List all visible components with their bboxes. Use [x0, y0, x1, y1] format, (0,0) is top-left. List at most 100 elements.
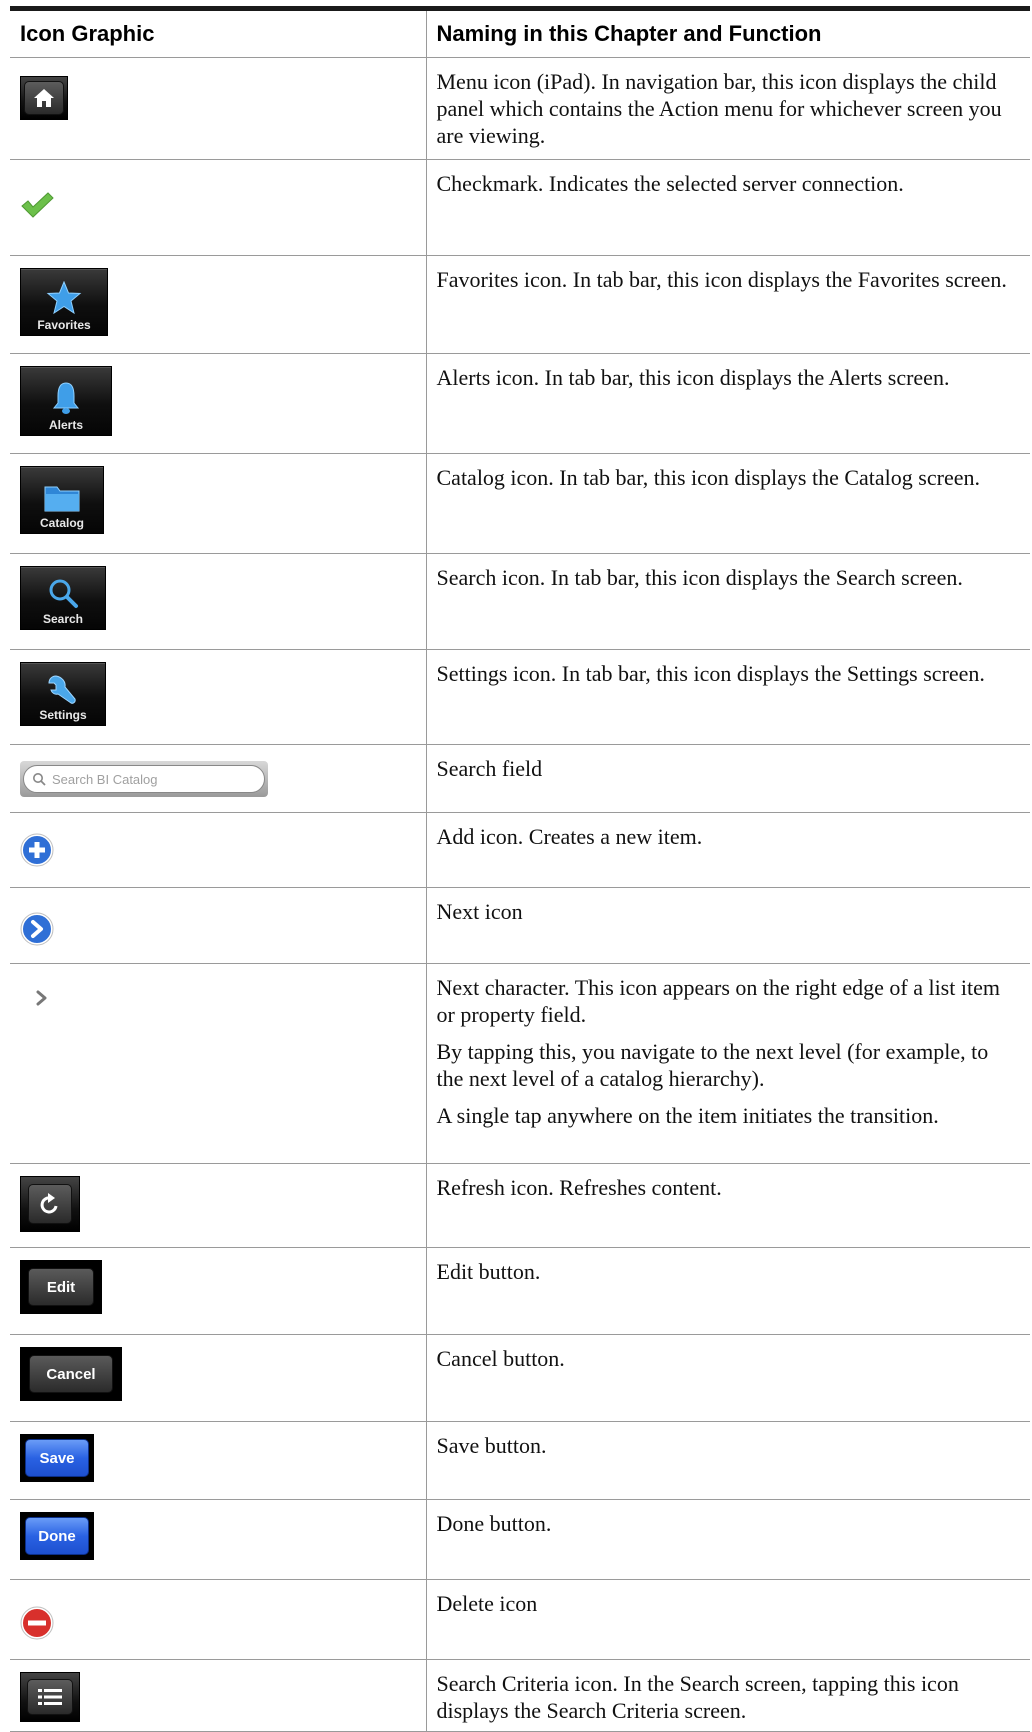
column-header-icon-graphic: Icon Graphic [10, 8, 426, 58]
icon-cell: Save [10, 1421, 426, 1500]
description-cell: Done button. [425, 1499, 1030, 1580]
refresh-icon [40, 1193, 58, 1214]
table-row: Next icon [10, 887, 1030, 964]
table-row: Edit Edit button. [10, 1247, 1030, 1335]
description-cell: Add icon. Creates a new item. [425, 812, 1030, 888]
description-cell: Delete icon [425, 1579, 1030, 1660]
cancel-button[interactable]: Cancel [20, 1347, 122, 1401]
table-row: Settings Settings icon. In tab bar, this… [10, 649, 1030, 745]
table-row: Search Criteria icon. In the Search scre… [10, 1659, 1030, 1732]
description-cell: Search field [425, 744, 1030, 813]
description-cell: Next icon [425, 887, 1030, 964]
icon-cell [10, 963, 426, 1164]
icon-cell [10, 57, 426, 160]
refresh-button[interactable] [20, 1176, 80, 1232]
description-cell: Favorites icon. In tab bar, this icon di… [425, 255, 1030, 354]
description-text: Refresh icon. Refreshes content. [436, 1175, 722, 1200]
search-icon [33, 773, 46, 786]
add-icon[interactable] [20, 833, 54, 867]
edit-button[interactable]: Edit [20, 1260, 102, 1314]
description-cell: Menu icon (iPad). In navigation bar, thi… [425, 57, 1030, 160]
icon-cell: Search [10, 553, 426, 650]
icon-reference-document: Icon Graphic Naming in this Chapter and … [10, 6, 1030, 1732]
table-row: Search Search icon. In tab bar, this ico… [10, 553, 1030, 650]
search-field[interactable]: Search BI Catalog [20, 761, 268, 797]
description-text: Menu icon (iPad). In navigation bar, thi… [436, 69, 1002, 148]
table-row: Favorites Favorites icon. In tab bar, th… [10, 255, 1030, 354]
icon-cell: Search BI Catalog [10, 744, 426, 813]
menu-button[interactable] [20, 76, 68, 120]
description-text: A single tap anywhere on the item initia… [436, 1103, 939, 1128]
description-cell: Cancel button. [425, 1334, 1030, 1422]
cancel-button-label: Cancel [29, 1355, 113, 1393]
wrench-icon [48, 675, 76, 704]
search-input[interactable]: Search BI Catalog [23, 765, 265, 793]
description-cell: Search Criteria icon. In the Search scre… [425, 1659, 1030, 1732]
table-row: Done Done button. [10, 1499, 1030, 1580]
description-text: Search field [436, 756, 543, 781]
description-text: Add icon. Creates a new item. [436, 824, 703, 849]
icon-cell [10, 1659, 426, 1732]
home-icon [34, 89, 54, 107]
description-text: Next character. This icon appears on the… [436, 975, 1000, 1027]
icon-cell [10, 159, 426, 256]
table-row: Save Save button. [10, 1421, 1030, 1500]
description-cell: Settings icon. In tab bar, this icon dis… [425, 649, 1030, 745]
icon-table: Icon Graphic Naming in this Chapter and … [10, 6, 1030, 1732]
magnifier-icon [49, 579, 78, 608]
icon-cell [10, 1163, 426, 1248]
icon-cell: Catalog [10, 453, 426, 554]
next-circle-icon[interactable] [20, 912, 54, 946]
table-row: Cancel Cancel button. [10, 1334, 1030, 1422]
alerts-tab[interactable]: Alerts [20, 366, 112, 436]
table-row: Alerts Alerts icon. In tab bar, this ico… [10, 353, 1030, 454]
search-placeholder: Search BI Catalog [52, 771, 158, 787]
icon-cell: Favorites [10, 255, 426, 354]
settings-tab[interactable]: Settings [20, 662, 106, 726]
folder-icon [44, 486, 80, 512]
description-text: Settings icon. In tab bar, this icon dis… [436, 661, 985, 686]
table-row: Checkmark. Indicates the selected server… [10, 159, 1030, 256]
icon-cell [10, 1579, 426, 1660]
icon-cell: Alerts [10, 353, 426, 454]
icon-cell [10, 887, 426, 964]
delete-icon[interactable] [20, 1606, 54, 1640]
description-cell: Edit button. [425, 1247, 1030, 1335]
checkmark-icon [21, 192, 54, 218]
favorites-tab[interactable]: Favorites [20, 268, 108, 336]
catalog-tab[interactable]: Catalog [20, 466, 104, 534]
icon-cell: Done [10, 1499, 426, 1580]
tab-label: Catalog [39, 516, 84, 530]
description-text: Catalog icon. In tab bar, this icon disp… [436, 465, 980, 490]
tab-label: Favorites [37, 318, 91, 332]
table-header-row: Icon Graphic Naming in this Chapter and … [10, 8, 1030, 58]
description-text: Save button. [436, 1433, 547, 1458]
icon-cell: Settings [10, 649, 426, 745]
description-cell: Catalog icon. In tab bar, this icon disp… [425, 453, 1030, 554]
description-cell: Save button. [425, 1421, 1030, 1500]
table-row: Menu icon (iPad). In navigation bar, thi… [10, 57, 1030, 160]
icon-cell [10, 812, 426, 888]
description-text: Done button. [436, 1511, 552, 1536]
search-criteria-button[interactable] [20, 1672, 80, 1722]
table-row: Next character. This icon appears on the… [10, 963, 1030, 1164]
tab-label: Settings [39, 708, 87, 722]
search-tab[interactable]: Search [20, 566, 106, 630]
description-cell: Checkmark. Indicates the selected server… [425, 159, 1030, 256]
description-text: Checkmark. Indicates the selected server… [436, 171, 904, 196]
chevron-right-icon [36, 990, 47, 1006]
table-row: Search BI Catalog Search field [10, 744, 1030, 813]
description-text: Search icon. In tab bar, this icon displ… [436, 565, 963, 590]
description-text: Favorites icon. In tab bar, this icon di… [436, 267, 1007, 292]
description-text: Alerts icon. In tab bar, this icon displ… [436, 365, 950, 390]
edit-button-label: Edit [28, 1268, 94, 1306]
description-text: Cancel button. [436, 1346, 565, 1371]
column-header-naming-function: Naming in this Chapter and Function [425, 8, 1030, 58]
save-button[interactable]: Save [20, 1434, 94, 1482]
table-row: Add icon. Creates a new item. [10, 812, 1030, 888]
done-button[interactable]: Done [20, 1512, 94, 1560]
done-button-label: Done [25, 1517, 89, 1555]
description-cell: Next character. This icon appears on the… [425, 963, 1030, 1164]
tab-label: Alerts [48, 418, 83, 432]
table-row: Delete icon [10, 1579, 1030, 1660]
